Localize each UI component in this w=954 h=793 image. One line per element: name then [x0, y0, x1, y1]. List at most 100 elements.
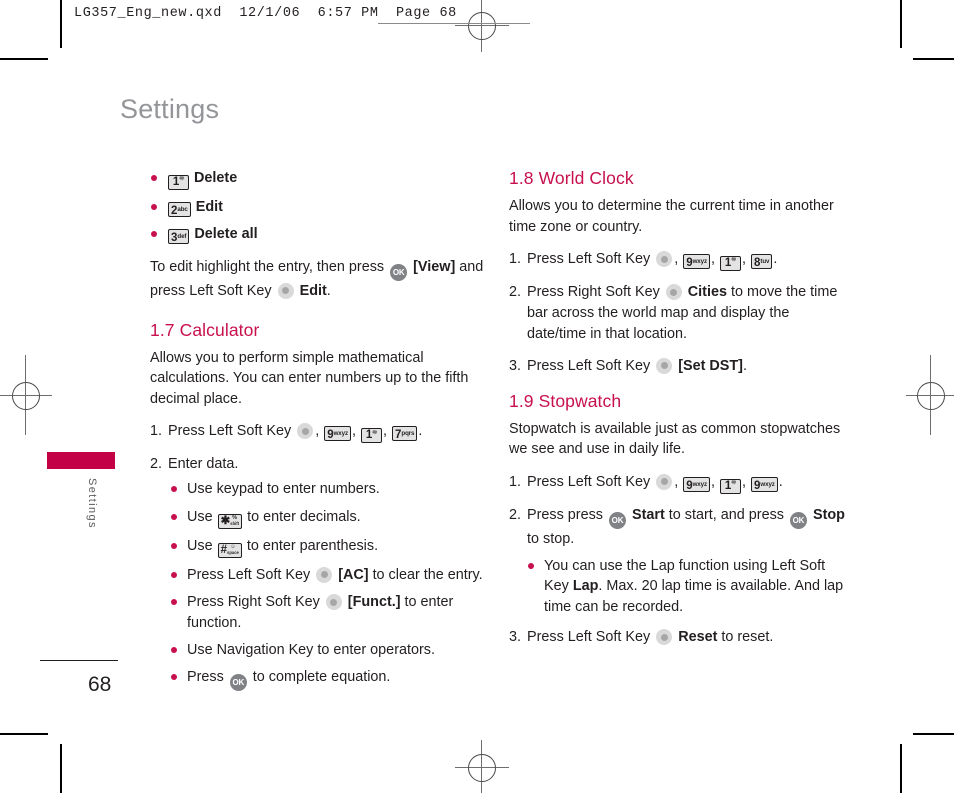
- step-text-after: .: [742, 357, 747, 374]
- step-number: 2.: [509, 284, 522, 301]
- step-bold-label: Cities: [687, 284, 727, 301]
- step-text: Press Left Soft Key: [168, 423, 292, 440]
- list-item: 1. Press Left Soft Key , 9wxyz, 1 ♾ , 8tu…: [509, 251, 778, 272]
- bullet-text-after: to clear the entry.: [372, 566, 483, 583]
- registration-mark-right: [906, 355, 954, 435]
- bullet-text: Use: [187, 508, 213, 525]
- list-item: 1. Press Left Soft Key , 9wxyz, 1 ♾ , 9wx…: [509, 473, 783, 494]
- crop-mark-bottom-left-vertical: [60, 744, 62, 793]
- soft-key-icon: [656, 629, 673, 646]
- list-item: 1. Press Left Soft Key , 9wxyz, 1 ♾ , 7pq…: [150, 423, 423, 444]
- soft-key-icon: [656, 473, 673, 490]
- soft-key-icon: [316, 566, 333, 583]
- step-number: 1.: [509, 251, 522, 268]
- step-bold-label: [Set DST]: [678, 357, 743, 374]
- soft-key-icon: [325, 594, 342, 611]
- step-text-end: to stop.: [527, 530, 575, 547]
- step-text: Press press: [527, 506, 603, 523]
- ok-key-icon: OK: [789, 511, 807, 529]
- list-item: 2abc Edit: [150, 197, 490, 217]
- world-clock-intro: Allows you to determine the current time…: [509, 198, 834, 235]
- phone-key-9-icon: 9wxyz: [683, 476, 710, 492]
- calculator-step-list: 1. Press Left Soft Key , 9wxyz, 1 ♾ , 7pq…: [150, 421, 490, 475]
- bullet-bold-label: Lap: [572, 578, 599, 595]
- phone-key-1-icon: 1 ♾: [719, 478, 741, 494]
- phone-key-star-icon: ✱% shift: [217, 513, 243, 529]
- menu-option-label: Edit: [195, 199, 223, 215]
- section-world-clock: 1.8 World Clock Allows you to determine …: [509, 168, 849, 377]
- phone-key-9-icon: 9wxyz: [324, 426, 351, 442]
- ok-key-icon: OK: [229, 674, 247, 692]
- step-number: 1.: [509, 473, 522, 490]
- section-heading-stopwatch: 1.9 Stopwatch: [509, 390, 622, 411]
- crop-mark-bottom-left-horizontal: [0, 733, 48, 735]
- bullet-text: Use Navigation Key to enter operators.: [187, 641, 435, 658]
- bullet-text-after: to enter decimals.: [247, 508, 361, 525]
- ok-key-icon: OK: [390, 263, 408, 281]
- registration-mark-top: [455, 0, 509, 52]
- step-bold-start: Start: [631, 506, 665, 523]
- prepress-header-text: LG357_Eng_new.qxd 12/1/06 6:57 PM Page 6…: [74, 6, 457, 21]
- edit-instruction-paragraph: To edit highlight the entry, then press …: [150, 257, 490, 302]
- list-item: 1 ♾ Delete: [150, 168, 490, 190]
- list-item: 2. Press Right Soft Key Cities to move t…: [509, 282, 849, 345]
- stopwatch-bullet-list: You can use the Lap function using Left …: [527, 556, 849, 617]
- phone-key-2-icon: 2abc: [168, 202, 191, 217]
- right-column: 1.8 World Clock Allows you to determine …: [509, 168, 849, 659]
- step-text: Press Left Soft Key: [527, 473, 651, 490]
- list-item: Press OK to complete equation.: [170, 667, 490, 692]
- phone-key-1-icon: 1 ♾: [360, 428, 382, 444]
- list-item: 3. Press Left Soft Key Reset to reset.: [509, 627, 849, 648]
- world-clock-step-list: 1. Press Left Soft Key , 9wxyz, 1 ♾ , 8tu…: [509, 249, 849, 377]
- stopwatch-step-list: 1. Press Left Soft Key , 9wxyz, 1 ♾ , 9wx…: [509, 472, 849, 550]
- phone-key-1-icon: 1 ♾: [719, 256, 741, 272]
- bullet-text-after: to complete equation.: [252, 669, 391, 686]
- step-text: Press Left Soft Key: [527, 629, 651, 646]
- phone-key-1-icon: 1 ♾: [168, 175, 189, 190]
- stopwatch-step-list-cont: 3. Press Left Soft Key Reset to reset.: [509, 627, 849, 648]
- list-item: 3def Delete all: [150, 224, 490, 245]
- stopwatch-intro: Stopwatch is available just as common st…: [509, 420, 841, 458]
- list-item: Use keypad to enter numbers.: [170, 479, 490, 499]
- step-text: Press Left Soft Key: [527, 357, 651, 374]
- list-item: Use # ☺ space to enter parenthesis.: [170, 536, 490, 558]
- crop-mark-top-right-horizontal: [913, 58, 954, 60]
- step-text: Enter data.: [168, 456, 239, 473]
- chapter-tab-label: Settings: [86, 478, 98, 529]
- soft-key-icon: [656, 357, 673, 374]
- list-item: Use Navigation Key to enter operators.: [170, 640, 490, 660]
- bullet-text: Press: [187, 669, 224, 686]
- crop-mark-top-left-vertical: [60, 0, 62, 48]
- menu-option-label: Delete all: [194, 226, 258, 243]
- menu-option-label: Delete: [194, 170, 238, 186]
- soft-key-icon: [297, 423, 314, 440]
- bullet-text: Use keypad to enter numbers.: [187, 481, 380, 498]
- phone-key-9-icon: 9wxyz: [750, 476, 778, 492]
- edit-instruction-edit-label: Edit: [299, 282, 327, 299]
- menu-option-list: 1 ♾ Delete 2abc Edit 3def Delete all: [150, 168, 490, 245]
- list-item: 3. Press Left Soft Key [Set DST].: [509, 356, 849, 377]
- step-text-after: to reset.: [721, 629, 774, 646]
- edit-instruction-view-label: [View]: [413, 258, 456, 275]
- registration-mark-bottom: [455, 740, 509, 793]
- section-heading-calculator: 1.7 Calculator: [150, 319, 260, 340]
- folio-rule: [40, 660, 118, 661]
- bullet-bold-label: [Funct.]: [347, 594, 401, 611]
- step-number: 2.: [509, 506, 522, 523]
- prepress-header-rule: [378, 23, 530, 24]
- ok-key-icon: OK: [608, 511, 626, 529]
- step-bold-label: Reset: [678, 629, 718, 646]
- page-title: Settings: [120, 94, 220, 124]
- list-item: 2. Enter data.: [150, 454, 490, 475]
- step-number: 3.: [509, 629, 522, 646]
- chapter-tab-marker: [47, 452, 115, 469]
- edit-instruction-period: .: [326, 282, 331, 299]
- step-number: 2.: [150, 456, 163, 473]
- section-calculator: 1.7 Calculator Allows you to perform sim…: [150, 320, 490, 692]
- step-text: Press Left Soft Key: [527, 251, 651, 268]
- crop-mark-top-right-vertical: [900, 0, 902, 48]
- step-number: 1.: [150, 423, 163, 440]
- section-stopwatch: 1.9 Stopwatch Stopwatch is available jus…: [509, 391, 849, 648]
- bullet-text-after: to enter parenthesis.: [246, 537, 379, 554]
- soft-key-icon: [656, 251, 673, 268]
